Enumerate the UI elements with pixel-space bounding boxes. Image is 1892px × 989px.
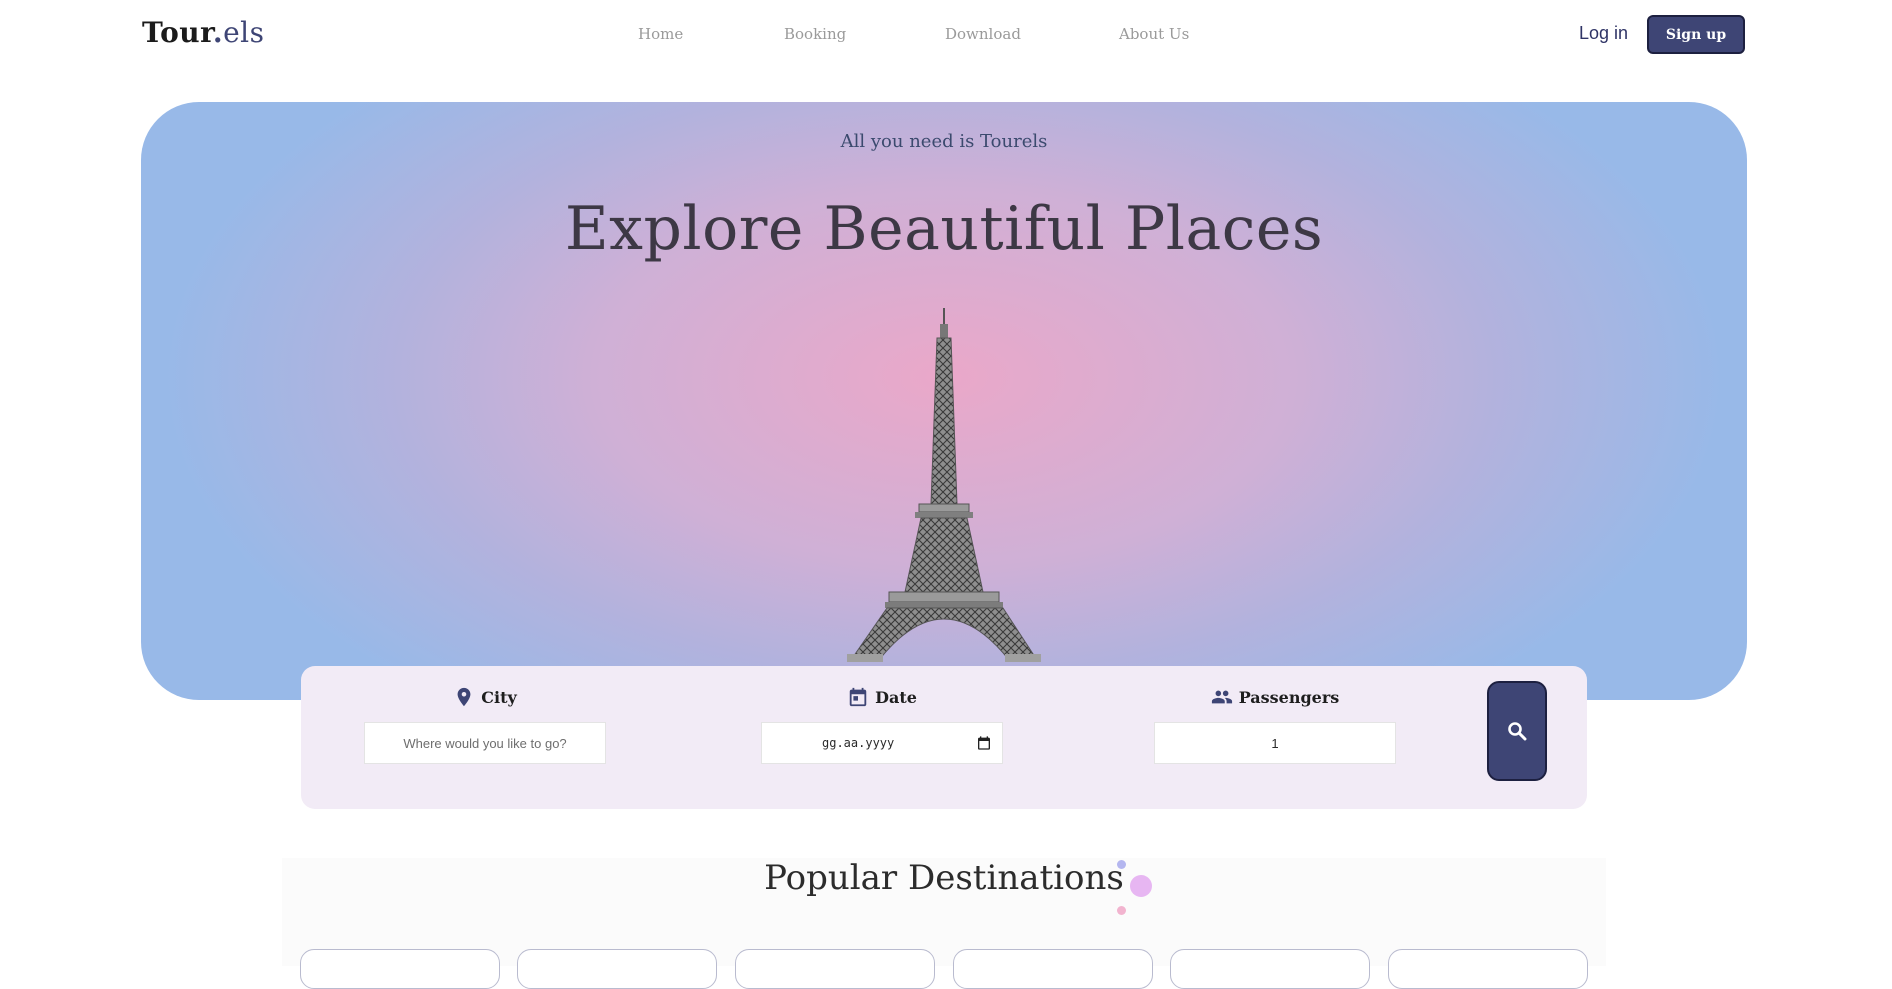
destination-card[interactable] — [517, 949, 717, 989]
destination-card[interactable] — [735, 949, 935, 989]
date-field: Date gg.aa.yyyy — [761, 684, 1003, 764]
passengers-field: Passengers 1 — [1154, 684, 1396, 764]
nav-booking[interactable]: Booking — [784, 25, 846, 43]
passengers-input[interactable]: 1 — [1154, 722, 1396, 764]
nav-home[interactable]: Home — [638, 25, 683, 43]
calendar-picker-icon[interactable] — [976, 735, 992, 751]
passengers-label-row: Passengers — [1154, 684, 1396, 710]
signup-button[interactable]: Sign up — [1647, 15, 1745, 54]
search-panel: City Where would you like to go? Date gg… — [301, 666, 1587, 809]
nav-download[interactable]: Download — [945, 25, 1021, 43]
hero-title: Explore Beautiful Places — [564, 194, 1324, 264]
destination-card[interactable] — [1170, 949, 1370, 989]
date-input-value: gg.aa.yyyy — [822, 736, 895, 750]
destination-card[interactable] — [953, 949, 1153, 989]
city-field: City Where would you like to go? — [364, 684, 606, 764]
search-button[interactable] — [1487, 681, 1547, 781]
destination-card[interactable] — [300, 949, 500, 989]
calendar-icon — [849, 687, 867, 707]
date-label: Date — [875, 687, 917, 707]
location-pin-icon — [457, 687, 471, 707]
hero-banner: All you need is Tourels Explore Beautifu… — [141, 102, 1747, 700]
date-label-row: Date — [761, 684, 1003, 710]
decor-bubble — [1130, 875, 1152, 897]
decor-bubble — [1117, 906, 1126, 915]
destination-card[interactable] — [1388, 949, 1588, 989]
date-input[interactable]: gg.aa.yyyy — [761, 722, 1003, 764]
city-input[interactable]: Where would you like to go? — [364, 722, 606, 764]
people-icon — [1211, 690, 1232, 704]
login-link[interactable]: Log in — [1579, 23, 1628, 44]
nav-about-us[interactable]: About Us — [1119, 25, 1189, 43]
city-label: City — [481, 687, 517, 707]
search-icon — [1508, 722, 1527, 741]
decor-bubble — [1117, 860, 1126, 869]
city-label-row: City — [364, 684, 606, 710]
passengers-label: Passengers — [1238, 687, 1340, 707]
popular-destinations-title: Popular Destinations — [764, 858, 1124, 898]
eiffel-tower-image — [847, 308, 1041, 662]
hero-tagline: All you need is Tourels — [840, 131, 1048, 152]
